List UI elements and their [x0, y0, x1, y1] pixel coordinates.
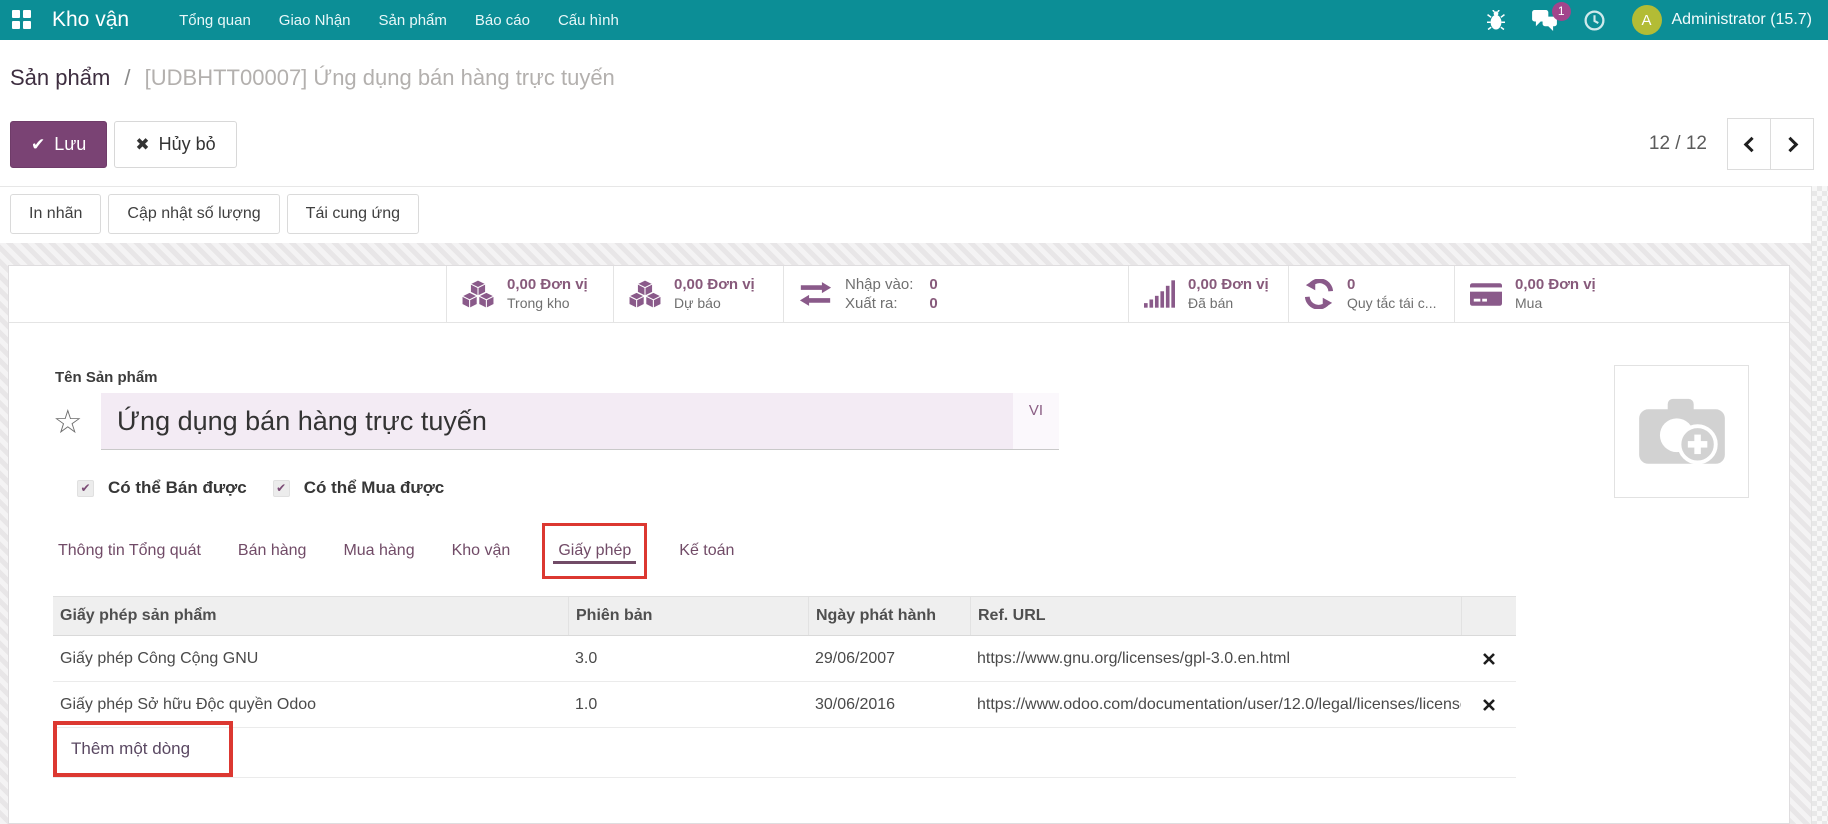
- tab-mua-hang[interactable]: Mua hàng: [338, 538, 419, 564]
- chevron-left-icon: [1743, 136, 1759, 152]
- replenish-button[interactable]: Tái cung ứng: [287, 194, 419, 234]
- checkmark-icon: ✔: [77, 480, 94, 497]
- stat-forecasted[interactable]: 0,00 Đơn vịDự báo: [613, 266, 783, 322]
- add-line-row: Thêm một dòng: [53, 728, 1516, 778]
- breadcrumb: Sản phẩm / [UDBHTT00007] Ứng dụng bán hà…: [0, 40, 1828, 104]
- favorite-star-icon[interactable]: ☆: [53, 393, 101, 450]
- breadcrumb-parent[interactable]: Sản phẩm: [10, 65, 110, 90]
- nav-item-tong-quan[interactable]: Tổng quan: [165, 0, 265, 40]
- refresh-icon: [1304, 279, 1334, 309]
- table-row[interactable]: Giấy phép Sở hữu Độc quyền Odoo 1.0 30/0…: [53, 682, 1516, 728]
- tab-giay-phep[interactable]: Giấy phép: [553, 538, 636, 564]
- can-be-sold-checkbox[interactable]: ✔ Có thể Bán được: [77, 478, 247, 498]
- cell-version[interactable]: 1.0: [568, 696, 808, 714]
- language-badge[interactable]: VI: [1013, 393, 1059, 450]
- action-buttons-row: In nhãn Cập nhật số lượng Tái cung ứng: [0, 187, 1828, 243]
- debug-bug-icon[interactable]: [1487, 10, 1505, 30]
- nav-item-bao-cao[interactable]: Báo cáo: [461, 0, 544, 40]
- stat-purchased[interactable]: 0,00 Đơn vịMua: [1454, 266, 1789, 322]
- pager: 12 / 12: [1649, 118, 1814, 170]
- print-label-button[interactable]: In nhãn: [10, 194, 101, 234]
- checkmark-icon: ✔: [273, 480, 290, 497]
- delete-row-icon[interactable]: [1483, 653, 1495, 665]
- credit-card-icon: [1470, 283, 1502, 306]
- product-name-input[interactable]: Ứng dụng bán hàng trực tuyến: [101, 393, 1013, 450]
- tab-kho-van[interactable]: Kho vận: [447, 538, 516, 564]
- stat-on-hand[interactable]: 0,00 Đơn vịTrong kho: [446, 266, 613, 322]
- exchange-icon: [799, 282, 832, 306]
- cubes-icon: [629, 280, 661, 309]
- product-flags-row: ✔ Có thể Bán được ✔ Có thể Mua được: [77, 478, 1789, 498]
- cell-license-name[interactable]: Giấy phép Sở hữu Độc quyền Odoo: [53, 696, 568, 714]
- app-window: Kho vận Tổng quan Giao Nhận Sản phẩm Báo…: [0, 0, 1828, 824]
- messages-icon[interactable]: 1: [1532, 10, 1557, 31]
- avatar: A: [1632, 5, 1662, 35]
- nav-item-cau-hinh[interactable]: Cấu hình: [544, 0, 633, 40]
- main-menu: Tổng quan Giao Nhận Sản phẩm Báo cáo Cấu…: [165, 0, 633, 40]
- stat-in-out[interactable]: Nhập vào:0 Xuất ra:0: [783, 266, 1128, 322]
- form-sheet: Tên Sản phẩm ☆ Ứng dụng bán hàng trực tu…: [9, 323, 1789, 778]
- product-form-card: 0,00 Đơn vịTrong kho 0,00 Đơn vịDự báo: [8, 265, 1790, 824]
- stat-button-row: 0,00 Đơn vịTrong kho 0,00 Đơn vịDự báo: [9, 266, 1789, 323]
- table-row[interactable]: Giấy phép Công Cộng GNU 3.0 29/06/2007 h…: [53, 636, 1516, 682]
- add-line-link[interactable]: Thêm một dòng: [71, 739, 190, 759]
- pager-value: 12 / 12: [1649, 133, 1707, 155]
- tab-ban-hang[interactable]: Bán hàng: [233, 538, 312, 564]
- chevron-right-icon: [1782, 136, 1798, 152]
- product-title-row: ☆ Ứng dụng bán hàng trực tuyến VI: [53, 393, 1789, 450]
- activities-clock-icon[interactable]: [1584, 10, 1605, 31]
- breadcrumb-current: [UDBHTT00007] Ứng dụng bán hàng trực tuy…: [145, 65, 615, 90]
- pager-next-button[interactable]: [1770, 118, 1814, 170]
- user-name: Administrator (15.7): [1672, 11, 1813, 29]
- col-header-date: Ngày phát hành: [808, 597, 970, 635]
- camera-plus-icon: [1639, 395, 1725, 469]
- navbar-systray: 1 A Administrator (15.7): [1487, 5, 1813, 35]
- message-count-badge: 1: [1552, 2, 1571, 21]
- cell-url[interactable]: https://www.gnu.org/licenses/gpl-3.0.en.…: [970, 650, 1461, 668]
- can-be-purchased-checkbox[interactable]: ✔ Có thể Mua được: [273, 478, 445, 498]
- annotation-box-add-line: Thêm một dòng: [53, 721, 233, 777]
- col-header-url: Ref. URL: [970, 597, 1461, 635]
- license-table: Giấy phép sản phẩm Phiên bản Ngày phát h…: [53, 596, 1516, 778]
- tab-ke-toan[interactable]: Kế toán: [674, 538, 739, 564]
- discard-button[interactable]: ✖Hủy bỏ: [114, 121, 236, 168]
- cell-date[interactable]: 30/06/2016: [808, 696, 970, 714]
- cell-license-name[interactable]: Giấy phép Công Cộng GNU: [53, 650, 568, 668]
- cell-date[interactable]: 29/06/2007: [808, 650, 970, 668]
- col-header-actions: [1461, 597, 1516, 635]
- check-icon: ✔: [31, 135, 45, 155]
- breadcrumb-separator: /: [124, 65, 130, 90]
- tab-thong-tin-tong-quat[interactable]: Thông tin Tổng quát: [53, 538, 206, 564]
- user-menu[interactable]: A Administrator (15.7): [1632, 5, 1813, 35]
- cubes-icon: [462, 280, 494, 309]
- bar-chart-icon: [1144, 280, 1175, 308]
- product-image-upload[interactable]: [1614, 365, 1749, 498]
- notebook-tabs: Thông tin Tổng quát Bán hàng Mua hàng Kh…: [53, 522, 1789, 580]
- product-name-label: Tên Sản phẩm: [55, 369, 1789, 386]
- col-header-version: Phiên bản: [568, 597, 808, 635]
- top-navbar: Kho vận Tổng quan Giao Nhận Sản phẩm Báo…: [0, 0, 1828, 40]
- license-table-header: Giấy phép sản phẩm Phiên bản Ngày phát h…: [53, 596, 1516, 636]
- cell-url[interactable]: https://www.odoo.com/documentation/user/…: [970, 696, 1461, 714]
- content-area: 0,00 Đơn vịTrong kho 0,00 Đơn vịDự báo: [0, 243, 1828, 824]
- control-panel-buttons: ✔Lưu ✖Hủy bỏ 12 / 12: [0, 104, 1828, 186]
- x-icon: ✖: [135, 135, 149, 155]
- update-quantity-button[interactable]: Cập nhật số lượng: [108, 194, 279, 234]
- annotation-box-tab: Giấy phép: [542, 523, 647, 579]
- scrollbar[interactable]: [1811, 186, 1828, 824]
- nav-item-san-pham[interactable]: Sản phẩm: [365, 0, 461, 40]
- cell-version[interactable]: 3.0: [568, 650, 808, 668]
- col-header-license: Giấy phép sản phẩm: [53, 597, 568, 635]
- pager-previous-button[interactable]: [1727, 118, 1771, 170]
- nav-item-giao-nhan[interactable]: Giao Nhận: [265, 0, 365, 40]
- app-name[interactable]: Kho vận: [52, 8, 129, 32]
- apps-grid-icon[interactable]: [12, 10, 32, 30]
- stat-sold[interactable]: 0,00 Đơn vịĐã bán: [1128, 266, 1288, 322]
- delete-row-icon[interactable]: [1483, 699, 1495, 711]
- save-button[interactable]: ✔Lưu: [10, 121, 107, 168]
- stat-reordering-rules[interactable]: 0Quy tắc tái c...: [1288, 266, 1454, 322]
